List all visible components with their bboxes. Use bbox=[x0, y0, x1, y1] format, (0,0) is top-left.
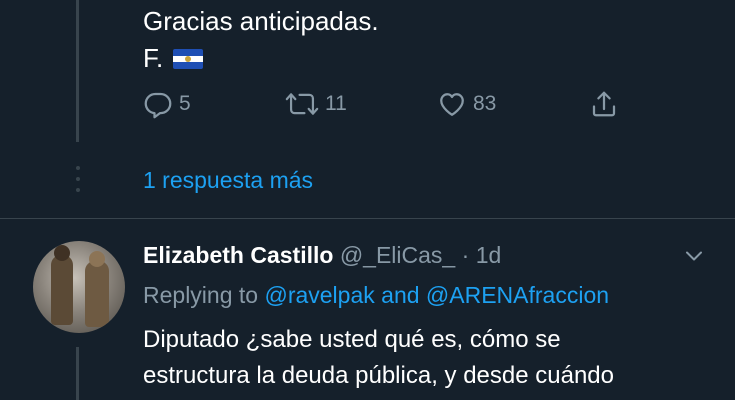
twitter-thread-view: Gracias anticipadas. F. 5 11 83 1 respue… bbox=[0, 0, 735, 400]
tweet-action-bar: 5 11 83 bbox=[143, 86, 623, 122]
chevron-down-icon bbox=[686, 251, 702, 261]
mention-link[interactable]: @ravelpak bbox=[264, 282, 374, 308]
thread-connector-line bbox=[76, 0, 79, 142]
mention-joiner: and bbox=[381, 282, 420, 308]
tweet-header: Elizabeth Castillo @_EliCas_ · 1d bbox=[143, 238, 501, 272]
user-handle[interactable]: @_EliCas_ bbox=[340, 242, 455, 268]
tweet-divider bbox=[0, 218, 735, 219]
reply-icon bbox=[144, 92, 172, 119]
tweet-body-line: estructura la deuda pública, y desde cuá… bbox=[143, 362, 614, 389]
tweet-body-line: Diputado ¿sabe usted qué es, cómo se bbox=[143, 326, 561, 353]
avatar[interactable] bbox=[33, 241, 125, 333]
share-icon bbox=[592, 91, 616, 117]
display-name[interactable]: Elizabeth Castillo bbox=[143, 242, 333, 268]
replying-to-line: Replying to @ravelpak and @ARENAfraccion bbox=[143, 278, 609, 312]
tweet-menu-button[interactable] bbox=[682, 244, 706, 268]
tweet-body: Diputado ¿sabe usted qué es, cómo se est… bbox=[143, 322, 723, 394]
retweet-count: 11 bbox=[325, 92, 347, 115]
tweet-signature-line: F. bbox=[143, 40, 204, 76]
el-salvador-flag-icon bbox=[173, 49, 204, 69]
tweet-signature: F. bbox=[143, 43, 164, 73]
reply-button[interactable]: 5 bbox=[143, 86, 191, 122]
like-count: 83 bbox=[473, 92, 497, 115]
tweet-text-line: Gracias anticipadas. bbox=[143, 6, 379, 36]
replying-to-label: Replying to bbox=[143, 282, 259, 308]
thread-connector-line bbox=[76, 347, 79, 400]
reply-count: 5 bbox=[179, 92, 191, 115]
share-button[interactable] bbox=[589, 86, 619, 122]
retweet-button[interactable]: 11 bbox=[285, 86, 347, 122]
separator-dot: · bbox=[461, 242, 470, 268]
retweet-icon bbox=[285, 93, 319, 115]
mention-link[interactable]: @ARENAfraccion bbox=[426, 282, 609, 308]
thread-dots bbox=[74, 166, 81, 192]
show-more-replies-link[interactable]: 1 respuesta más bbox=[143, 164, 313, 196]
heart-icon bbox=[440, 93, 464, 116]
like-button[interactable]: 83 bbox=[437, 86, 496, 122]
tweet-timestamp[interactable]: 1d bbox=[476, 242, 502, 268]
